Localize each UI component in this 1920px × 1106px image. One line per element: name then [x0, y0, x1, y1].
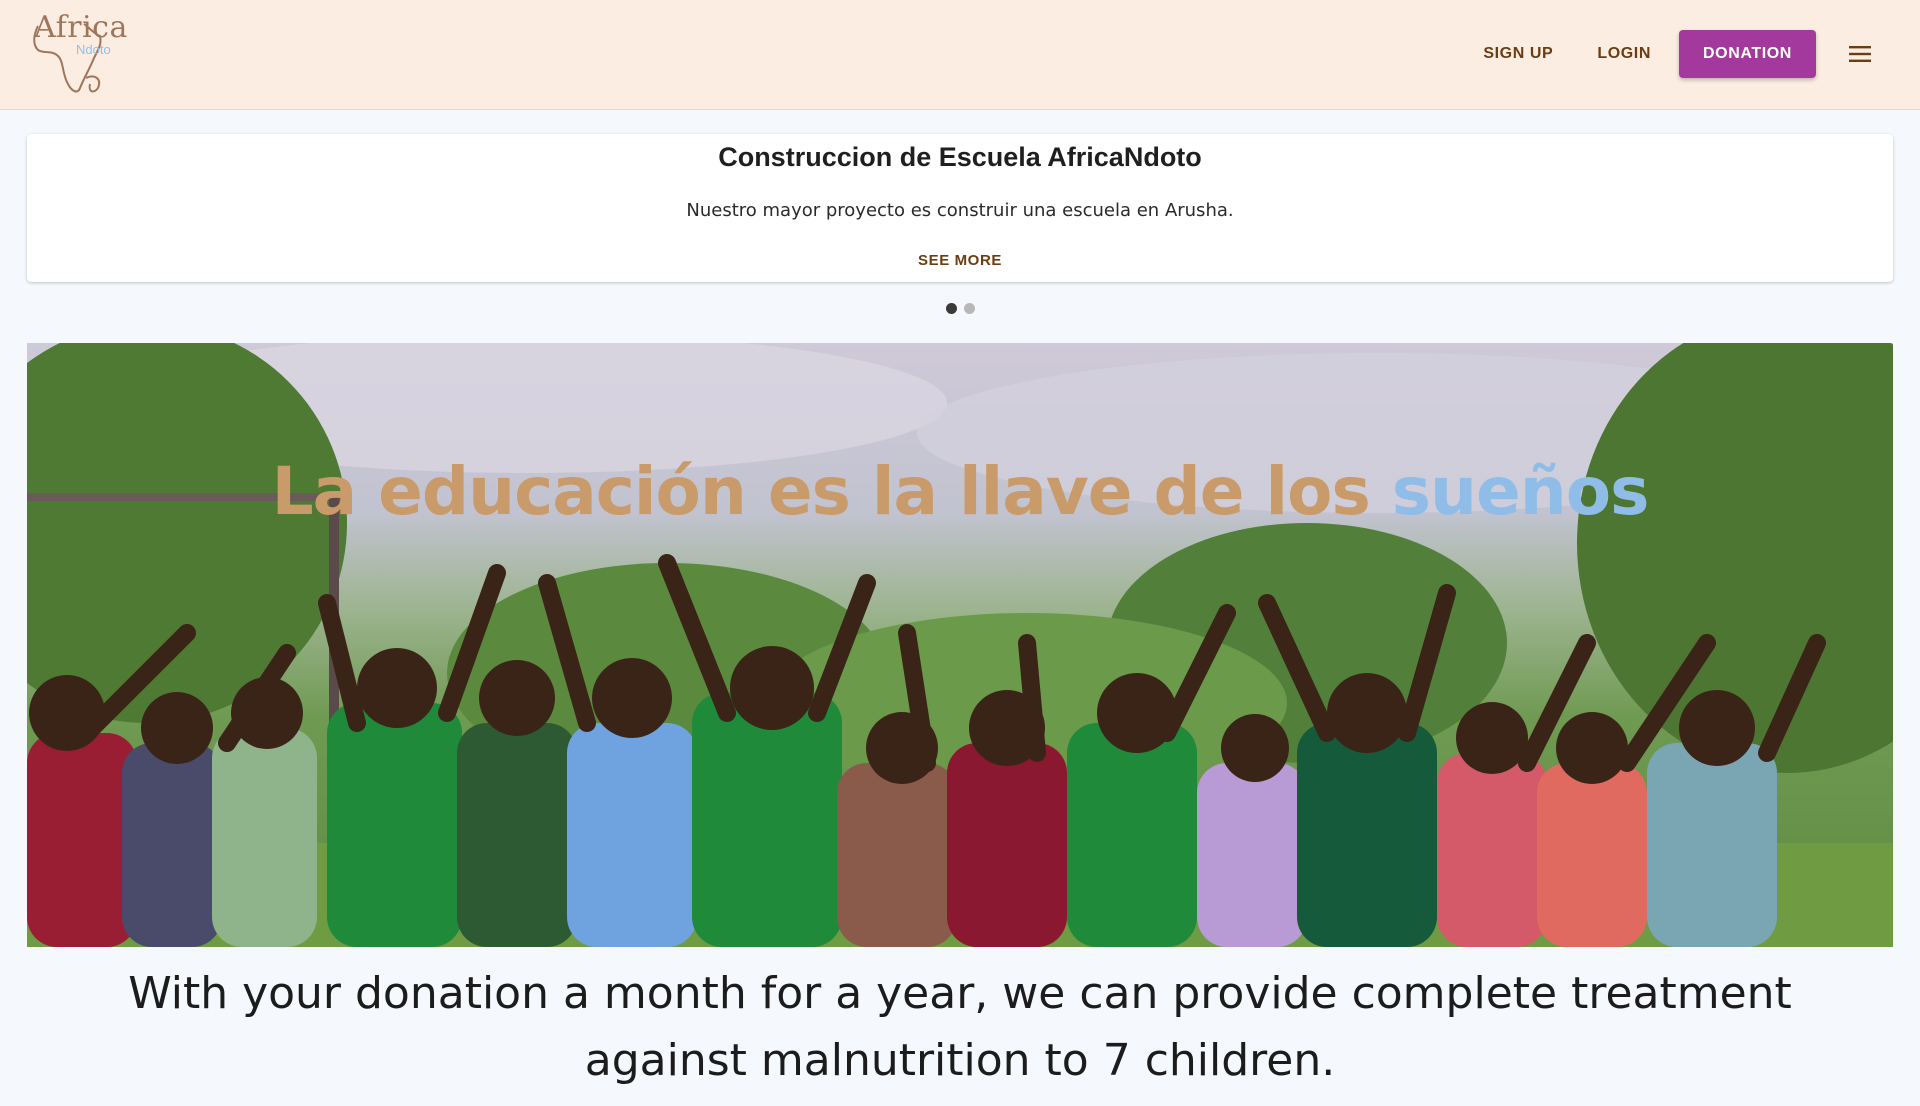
logo-subtitle: Ndoto — [76, 42, 111, 57]
children-photo — [27, 343, 1893, 947]
carousel-indicators — [946, 303, 975, 314]
menu-button[interactable] — [1840, 30, 1880, 78]
project-card: Construccion de Escuela AfricaNdoto Nues… — [27, 134, 1893, 282]
hamburger-menu-icon — [1849, 46, 1871, 62]
site-header: Africa Ndoto SIGN UP LOGIN DONATION — [0, 0, 1920, 110]
carousel-dot-1[interactable] — [946, 303, 957, 314]
see-more-link[interactable]: SEE MORE — [27, 252, 1893, 269]
hero-headline-main: La educación es la llave de los — [271, 453, 1392, 530]
carousel-dot-2[interactable] — [964, 303, 975, 314]
project-title: Construccion de Escuela AfricaNdoto — [718, 142, 1202, 172]
africa-ndoto-logo[interactable]: Africa Ndoto — [24, 4, 127, 96]
logo-wordmark: Africa — [34, 10, 128, 45]
main-nav: SIGN UP LOGIN DONATION — [1461, 30, 1880, 78]
project-description: Nuestro mayor proyecto es construir una … — [686, 200, 1234, 221]
signup-link[interactable]: SIGN UP — [1461, 30, 1575, 78]
hero-headline-accent: sueños — [1391, 453, 1650, 530]
login-link[interactable]: LOGIN — [1575, 30, 1673, 78]
donation-button[interactable]: DONATION — [1679, 30, 1816, 78]
hero-headline: La educación es la llave de los sueños — [27, 453, 1893, 530]
donation-impact-message: With your donation a month for a year, w… — [128, 968, 1792, 1086]
hero-banner: La educación es la llave de los sueños — [27, 343, 1893, 947]
